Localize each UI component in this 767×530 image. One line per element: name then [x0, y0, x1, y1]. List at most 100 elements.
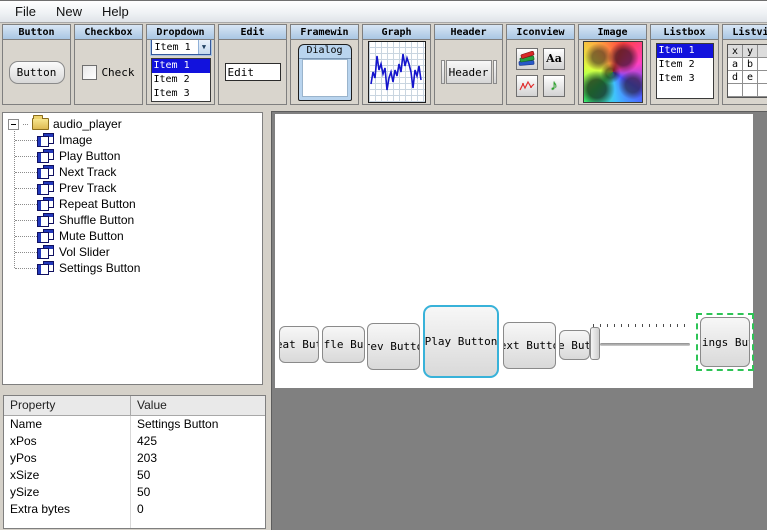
- music-note-icon[interactable]: ♪: [543, 75, 565, 97]
- palette-panel-checkbox: Checkbox Check: [74, 24, 143, 105]
- listview-cell: [758, 58, 767, 71]
- canvas-prev-button[interactable]: Prev Button: [367, 323, 420, 370]
- property-panel: Property Value NameSettings ButtonxPos42…: [3, 395, 266, 529]
- panel-title: Checkbox: [75, 25, 142, 40]
- canvas-next-button[interactable]: Next Button: [503, 322, 556, 369]
- palette-button-widget[interactable]: Button: [9, 61, 65, 84]
- listview-table[interactable]: xyabde: [727, 44, 767, 98]
- property-value-cell[interactable]: 203: [131, 450, 265, 467]
- canvas-mute-button[interactable]: Mute Button: [559, 330, 590, 360]
- palette-iconview-widget[interactable]: Aa ♪: [516, 48, 565, 97]
- panel-title: Graph: [363, 25, 430, 40]
- tree-connector-line: [14, 129, 15, 268]
- tree-item-shuffle-button[interactable]: Shuffle Button: [3, 212, 262, 228]
- font-icon[interactable]: Aa: [543, 48, 565, 70]
- panel-title: Header: [435, 25, 502, 40]
- palette-panel-image: Image: [578, 24, 647, 105]
- canvas-vol-slider-handle[interactable]: [590, 327, 600, 360]
- collapse-expander-icon[interactable]: [8, 119, 19, 130]
- design-canvas[interactable]: Repeat ButtonShuffle ButtonPrev ButtonPl…: [271, 111, 767, 530]
- canvas-settings-button[interactable]: Settings Button: [700, 317, 750, 367]
- property-name-cell: Name: [4, 416, 131, 433]
- tree-item-settings-button[interactable]: Settings Button: [3, 260, 262, 276]
- dropdown-list[interactable]: Item 1Item 2Item 3: [151, 58, 211, 102]
- palette-framewin-widget[interactable]: Dialog: [298, 44, 352, 101]
- app-window: FileNewHelp Button Button Checkbox Check…: [0, 0, 767, 530]
- books-icon[interactable]: [516, 48, 538, 70]
- palette-panel-header: Header Header: [434, 24, 503, 105]
- panel-title: Edit: [219, 25, 286, 40]
- header-segment: [493, 60, 497, 84]
- property-value-cell[interactable]: 50: [131, 484, 265, 501]
- tree-item-vol-slider[interactable]: Vol Slider: [3, 244, 262, 260]
- property-name-cell: xSize: [4, 467, 131, 484]
- property-value-cell[interactable]: [131, 518, 265, 529]
- property-value-cell[interactable]: 0: [131, 501, 265, 518]
- tree-item-repeat-button[interactable]: Repeat Button: [3, 196, 262, 212]
- list-item-item-3[interactable]: Item 3: [152, 87, 210, 101]
- listview-cell: [728, 84, 743, 97]
- palette-edit-widget[interactable]: Edit: [225, 63, 281, 81]
- header-segment: [441, 60, 445, 84]
- header-segment-label[interactable]: Header: [446, 60, 492, 84]
- canvas-vol-slider-track[interactable]: [600, 343, 690, 346]
- canvas-play-button[interactable]: Play Button: [423, 305, 499, 378]
- chevron-down-icon[interactable]: ▼: [198, 40, 210, 54]
- list-item-item-2[interactable]: Item 2: [152, 73, 210, 87]
- dialog-surface[interactable]: Repeat ButtonShuffle ButtonPrev ButtonPl…: [275, 114, 753, 388]
- palette-panel-framewin: Framewin Dialog: [290, 24, 359, 105]
- palette-dropdown-widget[interactable]: Item 1 ▼ Item 1Item 2Item 3: [151, 40, 211, 102]
- list-item-item-3[interactable]: Item 3: [657, 72, 713, 86]
- property-name-cell: Extra bytes: [4, 501, 131, 518]
- list-item-item-1[interactable]: Item 1: [152, 59, 210, 73]
- checkbox-label: Check: [101, 66, 134, 79]
- tree-item-mute-button[interactable]: Mute Button: [3, 228, 262, 244]
- list-item-item-1[interactable]: Item 1: [657, 44, 713, 58]
- widget-icon: [37, 245, 54, 259]
- property-value-cell[interactable]: Settings Button: [131, 416, 265, 433]
- tree-root-label: audio_player: [53, 117, 122, 131]
- dropdown-combo[interactable]: Item 1 ▼: [151, 40, 211, 55]
- folder-icon: [32, 118, 49, 130]
- tree-item-label: Play Button: [59, 149, 120, 163]
- tree-item-play-button[interactable]: Play Button: [3, 148, 262, 164]
- tree-root-item[interactable]: audio_player: [3, 116, 262, 132]
- list-item-item-2[interactable]: Item 2: [657, 58, 713, 72]
- tree-item-prev-track[interactable]: Prev Track: [3, 180, 262, 196]
- canvas-shuffle-button[interactable]: Shuffle Button: [322, 326, 365, 363]
- property-column-header: Property: [4, 396, 131, 415]
- chart-icon[interactable]: [516, 75, 538, 97]
- palette-graph-widget[interactable]: [368, 41, 426, 103]
- property-value-cell[interactable]: 425: [131, 433, 265, 450]
- checkbox-box[interactable]: [82, 65, 97, 80]
- property-name-cell: ySize: [4, 484, 131, 501]
- palette-header-widget[interactable]: Header: [441, 60, 497, 84]
- menubar: FileNewHelp: [0, 1, 767, 23]
- palette-panel-listbox: Listbox Item 1Item 2Item 3: [650, 24, 719, 105]
- tree-item-image[interactable]: Image: [3, 132, 262, 148]
- property-value-cell[interactable]: 50: [131, 467, 265, 484]
- menu-help[interactable]: Help: [92, 2, 139, 21]
- widget-tree-panel: audio_player ImagePlay ButtonNext TrackP…: [2, 112, 263, 385]
- property-row: [4, 518, 265, 529]
- dropdown-selected-value: Item 1: [152, 42, 198, 53]
- menu-new[interactable]: New: [46, 2, 92, 21]
- canvas-repeat-button[interactable]: Repeat Button: [279, 326, 319, 363]
- property-name-cell: xPos: [4, 433, 131, 450]
- listbox-list[interactable]: Item 1Item 2Item 3: [656, 43, 714, 99]
- widget-icon: [37, 213, 54, 227]
- property-row: xPos425: [4, 433, 265, 450]
- widget-icon: [37, 133, 54, 147]
- tree-item-next-track[interactable]: Next Track: [3, 164, 262, 180]
- selection-marquee: Settings Button: [696, 313, 754, 371]
- widget-icon: [37, 165, 54, 179]
- palette-checkbox-widget[interactable]: Check: [82, 65, 134, 80]
- listview-row: de: [728, 71, 767, 84]
- panel-title: Listview: [723, 25, 767, 40]
- tree-children: ImagePlay ButtonNext TrackPrev TrackRepe…: [3, 132, 262, 276]
- prop-rows: NameSettings ButtonxPos425yPos203xSize50…: [4, 416, 265, 529]
- panel-title: Listbox: [651, 25, 718, 40]
- menu-file[interactable]: File: [5, 2, 46, 21]
- palette-image-widget[interactable]: [583, 41, 643, 103]
- palette-panel-iconview: Iconview Aa: [506, 24, 575, 105]
